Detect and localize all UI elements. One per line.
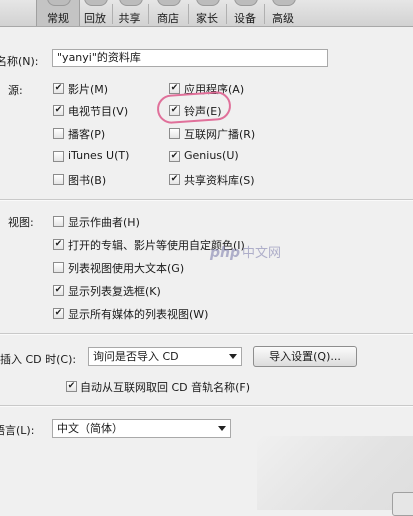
preferences-toolbar: 常规 回放 共享 商店 家长 设备 高级 [0,0,413,27]
sources-label: 源: [8,84,23,97]
tab-advanced-label: 高级 [272,12,294,25]
tab-playback[interactable]: 回放 [78,0,112,26]
source-shared-label: 共享资料库(S) [184,174,255,187]
source-tv-label: 电视节目(V) [68,105,129,118]
source-tv-checkbox[interactable] [53,105,64,116]
view-large-text-checkbox[interactable] [53,262,64,273]
view-composer-label: 显示作曲者(H) [68,216,140,229]
cd-insert-value: 询问是否导入 CD [93,350,179,363]
views-label: 视图: [8,216,34,229]
source-books-checkbox[interactable] [53,174,64,185]
cd-auto-names-label: 自动从互联网取回 CD 音轨名称(F) [80,381,251,394]
advanced-icon [272,0,296,6]
chevron-down-icon [218,426,226,431]
tab-devices-label: 设备 [234,12,256,25]
cd-insert-label: 插入 CD 时(C): [0,353,77,366]
source-genius-checkbox[interactable] [169,151,180,162]
tab-sharing[interactable]: 共享 [113,0,146,26]
library-name-input[interactable]: "yanyi"的资料库 [52,49,328,67]
cd-insert-select[interactable]: 询问是否导入 CD [88,347,242,366]
gear-icon [47,0,71,6]
source-radio-label: 互联网广播(R) [184,128,256,141]
tab-store-label: 商店 [157,12,179,25]
view-all-media-list-checkbox[interactable] [53,308,64,319]
watermark-latin: php [210,245,241,261]
source-genius-label: Genius(U) [184,149,239,162]
toolbar-separator [226,4,227,24]
playback-icon [84,0,108,6]
share-icon [118,0,143,6]
source-radio-checkbox[interactable] [169,128,180,139]
highlight-annotation [156,90,232,125]
source-podcasts-checkbox[interactable] [53,128,64,139]
watermark-cn: 中文网 [242,246,282,261]
tab-playback-label: 回放 [84,12,106,25]
toolbar-separator [148,4,149,24]
language-label: 语言(L): [0,424,35,437]
divider [0,199,413,201]
source-itunes-u-label: iTunes U(T) [68,149,130,162]
chevron-down-icon [229,354,237,359]
import-settings-button[interactable]: 导入设置(Q)... [253,346,357,367]
tab-sharing-label: 共享 [118,12,141,25]
view-composer-checkbox[interactable] [53,216,64,227]
source-movies-label: 影片(M) [68,83,109,96]
tab-general[interactable]: 常规 [36,0,80,26]
tab-parental[interactable]: 家长 [190,0,224,26]
toolbar-separator [264,4,265,24]
tab-devices[interactable]: 设备 [228,0,262,26]
language-select[interactable]: 中文（简体） [52,419,231,438]
tab-general-label: 常规 [47,12,69,25]
parental-icon [196,0,220,6]
tab-parental-label: 家长 [196,12,218,25]
view-large-text-label: 列表视图使用大文本(G) [68,262,185,275]
store-icon [157,0,181,6]
source-podcasts-label: 播客(P) [68,128,106,141]
source-books-label: 图书(B) [68,174,107,187]
view-custom-colors-checkbox[interactable] [53,239,64,250]
view-all-media-list-label: 显示所有媒体的列表视图(W) [68,308,209,321]
language-value: 中文（简体） [57,422,123,435]
divider [0,333,413,335]
view-list-checkboxes-checkbox[interactable] [53,285,64,296]
source-shared-checkbox[interactable] [169,174,180,185]
divider [0,405,413,407]
cd-auto-names-checkbox[interactable] [66,381,77,392]
partial-button[interactable] [392,492,413,516]
watermark: php 中文网 [210,242,281,261]
tab-advanced[interactable]: 高级 [266,0,300,26]
library-name-label: 名称(N): [0,55,39,68]
source-apps-checkbox[interactable] [169,83,180,94]
tab-store[interactable]: 商店 [150,0,186,26]
corner-shade [257,436,413,510]
toolbar-separator [188,4,189,24]
source-movies-checkbox[interactable] [53,83,64,94]
source-itunes-u-checkbox[interactable] [53,151,64,162]
view-list-checkboxes-label: 显示列表复选框(K) [68,285,161,298]
device-icon [234,0,258,6]
